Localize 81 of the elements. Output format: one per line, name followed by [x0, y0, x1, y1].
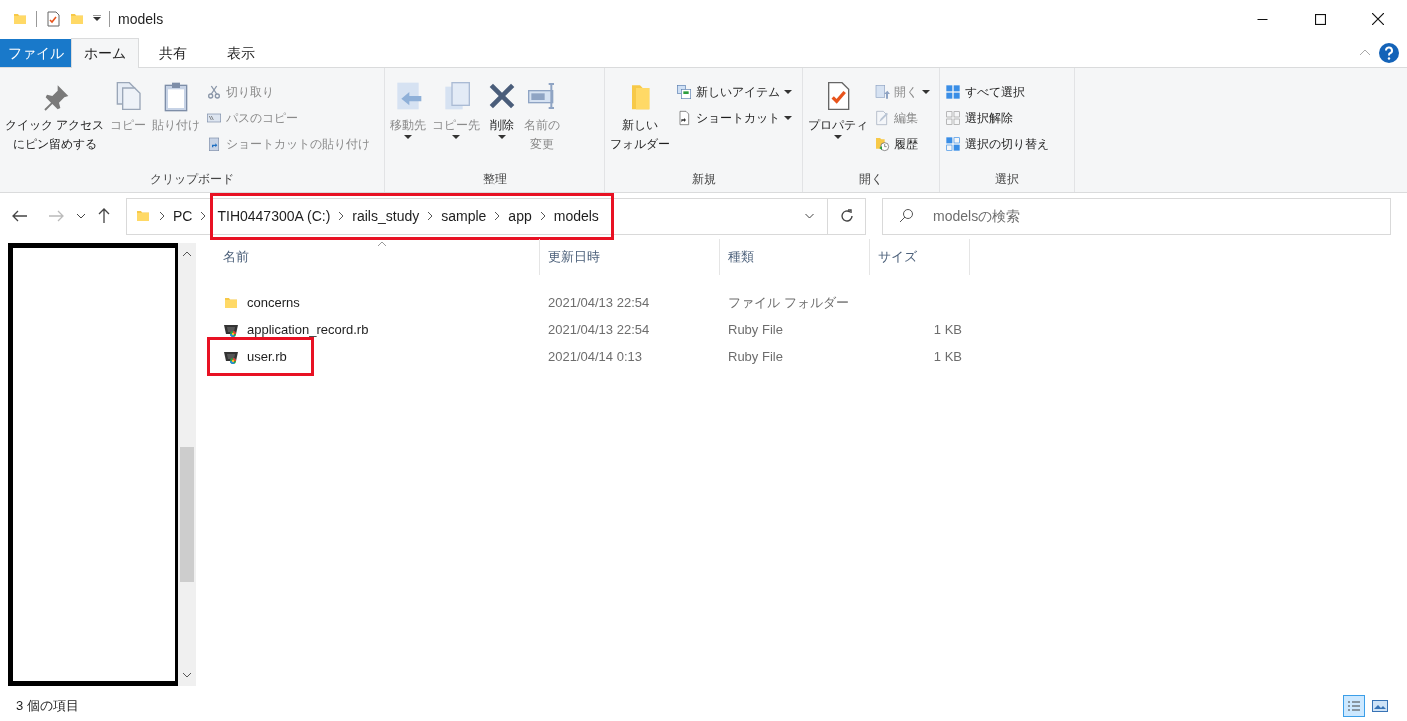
up-icon[interactable] — [98, 208, 110, 224]
details-view-icon — [1347, 699, 1361, 712]
column-header[interactable]: サイズ — [870, 239, 970, 275]
help-icon[interactable] — [1379, 42, 1399, 63]
scissors-icon — [206, 83, 223, 100]
file-name: application_record.rb — [247, 320, 369, 339]
column-header[interactable]: 名前 — [215, 239, 540, 275]
history-icon — [874, 135, 890, 152]
ribbon-button[interactable]: 新しい フォルダー — [608, 76, 672, 170]
column-header[interactable]: 種類 — [720, 239, 870, 275]
close-icon — [1372, 13, 1384, 25]
properties-icon[interactable] — [45, 11, 61, 27]
ribbon-button[interactable]: 新しいアイテム — [676, 80, 792, 103]
ribbon-button[interactable]: 選択の切り替え — [945, 132, 1049, 155]
breadcrumb[interactable]: PC — [173, 205, 193, 227]
chevron-icon — [338, 211, 345, 221]
search-icon — [898, 207, 914, 224]
maximize-icon — [1314, 13, 1326, 25]
scroll-down-icon[interactable] — [182, 672, 192, 678]
ribbon-tab[interactable]: ファイル — [0, 39, 71, 67]
ribbon-button[interactable]: ショートカット — [676, 106, 792, 129]
ribbon-group-label: 新規 — [691, 171, 716, 188]
forward-icon[interactable] — [48, 210, 64, 222]
file-name: user.rb — [247, 347, 287, 366]
ribbon-tab[interactable]: ホーム — [71, 38, 139, 68]
select-none-icon — [945, 109, 961, 126]
chevron-down-icon[interactable] — [76, 213, 86, 219]
ribbon-button[interactable]: 削除 — [484, 76, 520, 170]
breadcrumb[interactable]: models — [553, 205, 599, 227]
breadcrumb[interactable]: sample — [441, 205, 487, 227]
large-icons-view-icon — [1372, 699, 1388, 712]
view-button[interactable] — [1343, 694, 1365, 717]
breadcrumb[interactable]: TIH0447300A (C:) — [217, 205, 331, 227]
folder-icon — [12, 11, 28, 27]
chevron-icon — [494, 211, 501, 221]
scrollbar-thumb[interactable] — [180, 447, 194, 582]
size-cell-text: 1 KB — [932, 320, 963, 339]
folder-icon — [69, 11, 85, 27]
select-all-icon — [945, 83, 961, 100]
scroll-up-icon[interactable] — [182, 251, 192, 257]
type-cell-text: Ruby File — [727, 320, 784, 339]
date-cell-text: 2021/04/14 0:13 — [547, 347, 643, 366]
shortcut-icon — [676, 109, 692, 126]
window-title: models — [118, 9, 164, 29]
ribbon-group-label: 開く — [859, 171, 883, 188]
breadcrumb[interactable]: rails_study — [352, 205, 420, 227]
chevron-icon — [427, 211, 434, 221]
date-cell-text: 2021/04/13 22:54 — [547, 293, 651, 312]
type-cell-text: ファイル フォルダー — [727, 293, 850, 312]
breadcrumb[interactable]: app — [508, 205, 532, 227]
search-field[interactable]: modelsの検索 — [882, 197, 1391, 235]
collapse-ribbon-icon[interactable] — [1359, 49, 1371, 56]
column-header[interactable]: 更新日時 — [540, 239, 720, 275]
folder-icon — [135, 208, 151, 224]
file-name: concerns — [247, 293, 300, 312]
ribbon-tab[interactable]: 共有 — [139, 39, 207, 67]
dropdown-icon[interactable] — [93, 15, 101, 23]
size-cell-text: 1 KB — [932, 347, 963, 366]
chevron-icon — [159, 211, 165, 221]
ribbon-button[interactable]: 選択解除 — [945, 106, 1049, 129]
refresh-icon — [838, 208, 855, 224]
ribbon-button[interactable]: すべて選択 — [945, 80, 1049, 103]
open-icon — [874, 83, 890, 100]
chevron-icon — [200, 211, 207, 221]
ribbon-tab[interactable]: 表示 — [207, 39, 275, 67]
invert-selection-icon — [945, 135, 961, 152]
date-cell-text: 2021/04/13 22:54 — [547, 320, 651, 339]
status-text: 3 個の項目 — [16, 696, 79, 715]
ribbon-button[interactable]: 履歴 — [874, 132, 930, 155]
edit-icon — [874, 109, 890, 126]
scrollbar[interactable] — [178, 243, 196, 686]
ribbon-button[interactable]: クイック アクセス にピン留めする — [3, 76, 107, 170]
back-icon[interactable] — [12, 210, 28, 222]
type-cell-text: Ruby File — [727, 347, 784, 366]
ribbon-group-label: 整理 — [482, 171, 507, 188]
ribbon-group-label: 選択 — [995, 171, 1019, 188]
ribbon-button[interactable]: プロパティ — [806, 76, 870, 170]
minimize-icon — [1256, 18, 1268, 20]
ribbon-group-label: クリップボード — [150, 171, 234, 188]
new-item-icon — [676, 83, 692, 100]
chevron-icon — [539, 211, 546, 221]
